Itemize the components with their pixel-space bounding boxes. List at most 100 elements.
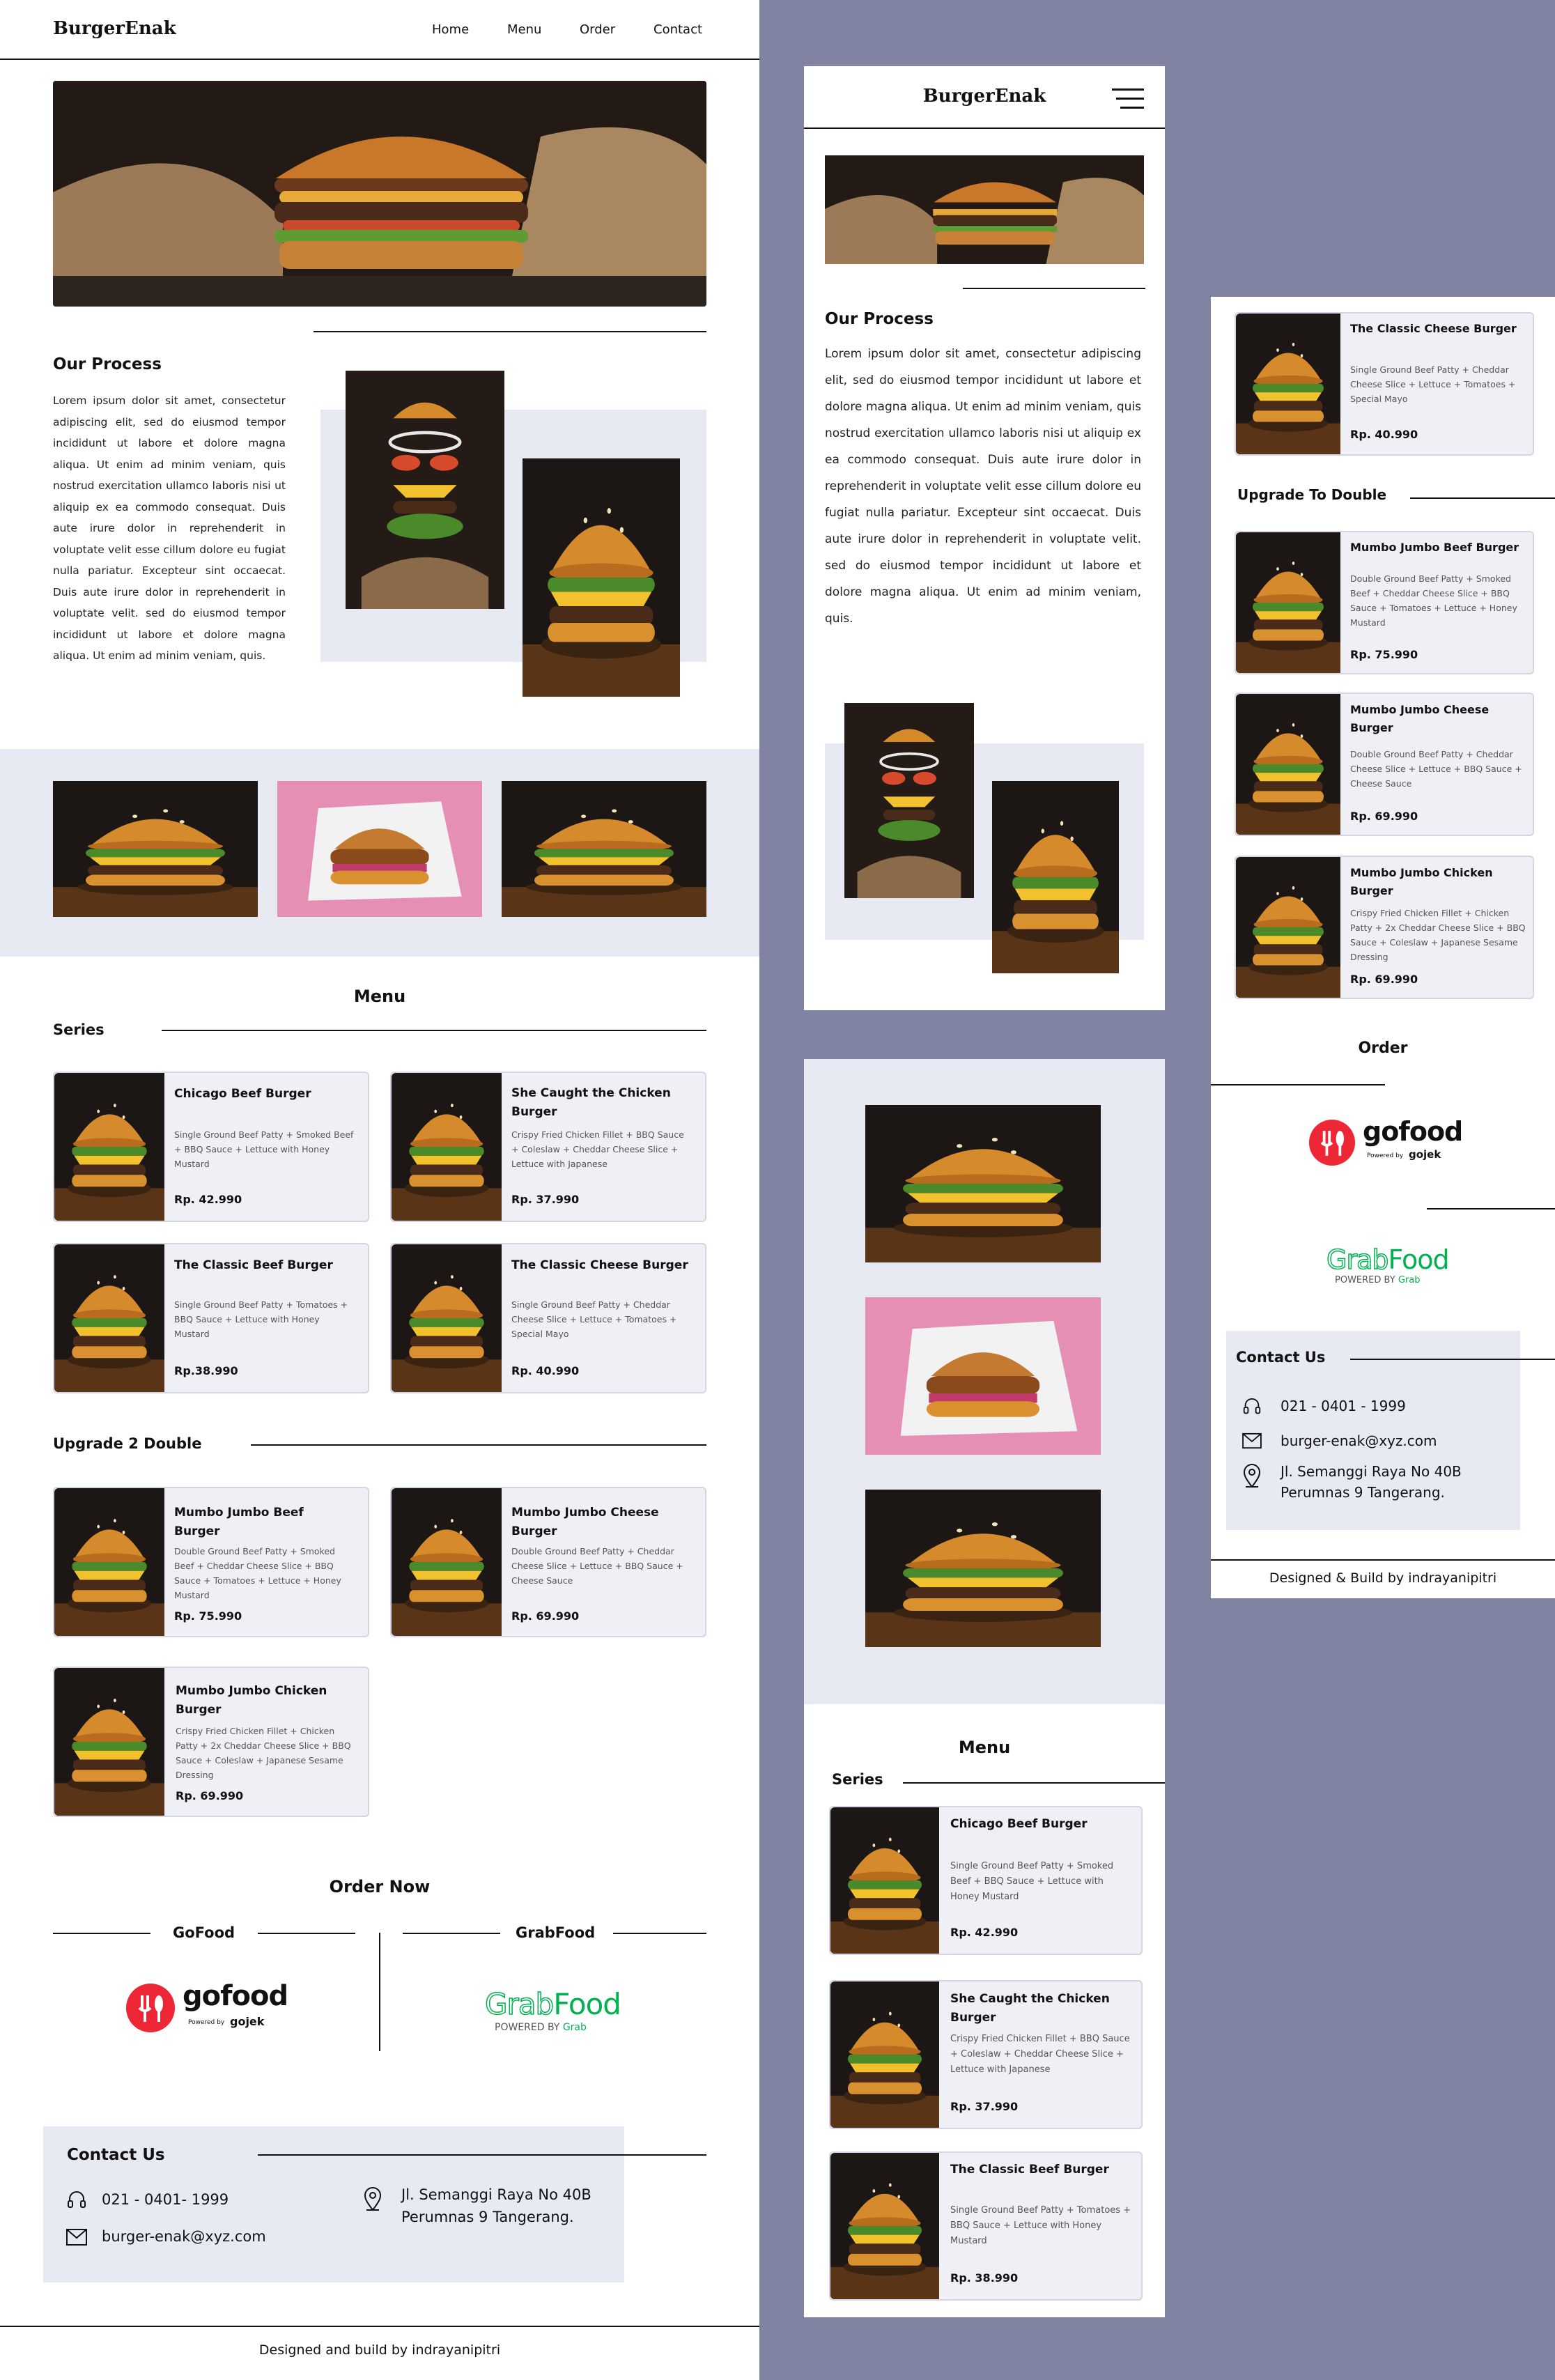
gallery-image-3 bbox=[502, 781, 706, 917]
mobile-gofood-icon bbox=[1308, 1119, 1356, 1166]
upgrade-rule bbox=[251, 1444, 706, 1446]
mobile-menu-card[interactable]: She Caught the Chicken Burger Crispy Fri… bbox=[829, 1980, 1143, 2129]
mail-icon bbox=[66, 2229, 87, 2246]
gofood-logo[interactable]: gofood Powered by gojek bbox=[125, 1980, 288, 2036]
contact-address-line2: Perumnas 9 Tangerang. bbox=[401, 2209, 574, 2225]
mobile-gofood-logo[interactable]: gofood Powered by gojek bbox=[1308, 1116, 1469, 1172]
grab-powered-brand: Grab bbox=[562, 2022, 587, 2033]
menu-item-price: Rp. 40.990 bbox=[511, 1364, 580, 1377]
gofood-wordmark: gofood bbox=[183, 1980, 288, 2012]
mobile-location-pin-icon bbox=[1243, 1464, 1261, 1488]
grabfood-logo[interactable]: GrabFood POWERED BY Grab bbox=[484, 1986, 638, 2036]
series-rule bbox=[162, 1030, 706, 1031]
mobile-process-rule bbox=[963, 288, 1145, 289]
mobile-upgrade-rule bbox=[1410, 497, 1555, 499]
menu-item-desc: Single Ground Beef Patty + Cheddar Chees… bbox=[511, 1299, 677, 1339]
mobile-series-label: Series bbox=[832, 1771, 883, 1788]
contact-email[interactable]: burger-enak@xyz.com bbox=[102, 2228, 266, 2245]
menu-item-desc: Single Ground Beef Patty + Cheddar Chees… bbox=[1350, 364, 1516, 404]
nav-home[interactable]: Home bbox=[432, 22, 469, 37]
menu-item-desc: Crispy Fried Chicken Fillet + BBQ Sauce … bbox=[511, 1129, 684, 1169]
gofood-rule-right bbox=[258, 1933, 355, 1934]
mobile-footer-divider bbox=[1211, 1559, 1555, 1561]
mobile-contact-email[interactable]: burger-enak@xyz.com bbox=[1281, 1432, 1437, 1449]
gojek-wordmark: gojek bbox=[230, 2015, 265, 2028]
process-title: Our Process bbox=[53, 355, 162, 373]
brand-logo[interactable]: BurgerEnak bbox=[53, 18, 176, 39]
mobile-header-divider bbox=[804, 128, 1165, 129]
mobile-upgrade-label: Upgrade To Double bbox=[1237, 486, 1387, 503]
mobile-grab-powered-brand: Grab bbox=[1398, 1275, 1421, 1285]
hamburger-menu-icon[interactable] bbox=[1112, 87, 1144, 111]
menu-card[interactable]: Mumbo Jumbo Cheese Burger Double Ground … bbox=[390, 1487, 706, 1637]
menu-item-price: Rp. 37.990 bbox=[950, 2100, 1019, 2113]
mobile-process-title: Our Process bbox=[825, 310, 934, 328]
mobile-grab-powered: POWERED BY bbox=[1335, 1275, 1395, 1285]
grabfood-label: GrabFood bbox=[516, 1924, 596, 1941]
mobile-page-3: The Classic Cheese Burger Single Ground … bbox=[1211, 297, 1555, 1598]
mobile-menu-card[interactable]: Mumbo Jumbo Chicken Burger Crispy Fried … bbox=[1235, 856, 1534, 999]
mobile-hero-image bbox=[825, 155, 1144, 264]
mobile-menu-card[interactable]: Mumbo Jumbo Beef Burger Double Ground Be… bbox=[1235, 531, 1534, 674]
mobile-gofood-powered: Powered by bbox=[1367, 1152, 1404, 1159]
mobile-gallery-image-3 bbox=[865, 1490, 1101, 1647]
menu-item-price: Rp. 69.990 bbox=[1350, 810, 1418, 823]
menu-item-price: Rp. 38.990 bbox=[950, 2271, 1019, 2285]
hero-image bbox=[53, 81, 706, 307]
gofood-powered: Powered by bbox=[188, 2019, 225, 2026]
menu-item-name: The Classic Cheese Burger bbox=[1350, 322, 1517, 335]
menu-card[interactable]: The Classic Cheese Burger Single Ground … bbox=[390, 1243, 706, 1393]
menu-title: Menu bbox=[353, 987, 406, 1006]
gofood-rule-left bbox=[53, 1933, 150, 1934]
menu-item-desc: Crispy Fried Chicken Fillet + Chicken Pa… bbox=[1350, 908, 1526, 962]
mobile-menu-panel: Menu Series Chicago Beef Burger Single G… bbox=[804, 1704, 1165, 2317]
menu-item-price: Rp. 42.990 bbox=[950, 1926, 1019, 1939]
mobile-gallery-image-2 bbox=[865, 1297, 1101, 1455]
nav-order[interactable]: Order bbox=[580, 22, 615, 37]
mobile-menu-card[interactable]: The Classic Beef Burger Single Ground Be… bbox=[829, 2151, 1143, 2301]
menu-card[interactable]: Mumbo Jumbo Beef Burger Double Ground Be… bbox=[53, 1487, 369, 1637]
mobile-page-1: BurgerEnak Our Process Lorem ipsum dolor… bbox=[804, 66, 1165, 1010]
menu-item-name: She Caught the Chicken Burger bbox=[950, 1992, 1110, 2025]
header-divider bbox=[0, 59, 759, 60]
menu-item-name: Mumbo Jumbo Chicken Burger bbox=[1350, 866, 1493, 897]
nav-contact[interactable]: Contact bbox=[653, 22, 702, 37]
desktop-page: BurgerEnak Home Menu Order Contact Our P… bbox=[0, 0, 759, 2380]
menu-item-price: Rp. 40.990 bbox=[1350, 428, 1418, 441]
menu-item-price: Rp. 69.990 bbox=[511, 1609, 580, 1623]
mobile-contact-phone[interactable]: 021 - 0401 - 1999 bbox=[1281, 1398, 1406, 1414]
contact-phone[interactable]: 021 - 0401- 1999 bbox=[102, 2191, 229, 2208]
menu-item-name: The Classic Beef Burger bbox=[174, 1258, 333, 1272]
mobile-gojek-wordmark: gojek bbox=[1409, 1148, 1441, 1161]
upgrade-label: Upgrade 2 Double bbox=[53, 1435, 202, 1452]
contact-address-line1: Jl. Semanggi Raya No 40B bbox=[401, 2186, 591, 2203]
footer-credit: Designed and build by indrayanipitri bbox=[258, 2342, 501, 2358]
menu-item-desc: Single Ground Beef Patty + Smoked Beef +… bbox=[174, 1129, 354, 1169]
mobile-menu-card[interactable]: Mumbo Jumbo Cheese Burger Double Ground … bbox=[1235, 693, 1534, 836]
menu-item-desc: Single Ground Beef Patty + Tomatoes + BB… bbox=[174, 1299, 348, 1339]
nav-menu[interactable]: Menu bbox=[507, 22, 541, 37]
location-pin-icon bbox=[364, 2187, 382, 2211]
menu-item-name: Chicago Beef Burger bbox=[174, 1087, 311, 1101]
mobile-contact-address-line1: Jl. Semanggi Raya No 40B bbox=[1281, 1463, 1462, 1480]
mobile-menu-card[interactable]: Chicago Beef Burger Single Ground Beef P… bbox=[829, 1806, 1143, 1955]
menu-card[interactable]: Chicago Beef Burger Single Ground Beef P… bbox=[53, 1072, 369, 1222]
mobile-series-rule bbox=[903, 1782, 1165, 1784]
grab-powered: POWERED BY bbox=[495, 2022, 560, 2033]
menu-card[interactable]: She Caught the Chicken Burger Crispy Fri… bbox=[390, 1072, 706, 1222]
menu-item-price: Rp.38.990 bbox=[174, 1364, 238, 1377]
menu-card[interactable]: Mumbo Jumbo Chicken Burger Crispy Fried … bbox=[53, 1667, 369, 1817]
gofood-icon bbox=[126, 1984, 175, 2032]
process-image-1 bbox=[346, 371, 504, 609]
mobile-mail-icon bbox=[1242, 1432, 1262, 1449]
footer-divider bbox=[0, 2326, 759, 2327]
mobile-grabfood-logo[interactable]: GrabFood POWERED BY Grab bbox=[1326, 1244, 1466, 1286]
mobile-order-rule-right bbox=[1427, 1208, 1555, 1210]
menu-item-name: Mumbo Jumbo Cheese Burger bbox=[1350, 703, 1490, 734]
mobile-menu-card[interactable]: The Classic Cheese Burger Single Ground … bbox=[1235, 312, 1534, 456]
mobile-brand-logo[interactable]: BurgerEnak bbox=[804, 86, 1165, 107]
menu-item-desc: Single Ground Beef Patty + Smoked Beef +… bbox=[950, 1861, 1114, 1902]
menu-item-name: Mumbo Jumbo Beef Burger bbox=[174, 1506, 304, 1538]
mobile-process-text: Lorem ipsum dolor sit amet, consectetur … bbox=[825, 347, 1141, 626]
menu-card[interactable]: The Classic Beef Burger Single Ground Be… bbox=[53, 1243, 369, 1393]
